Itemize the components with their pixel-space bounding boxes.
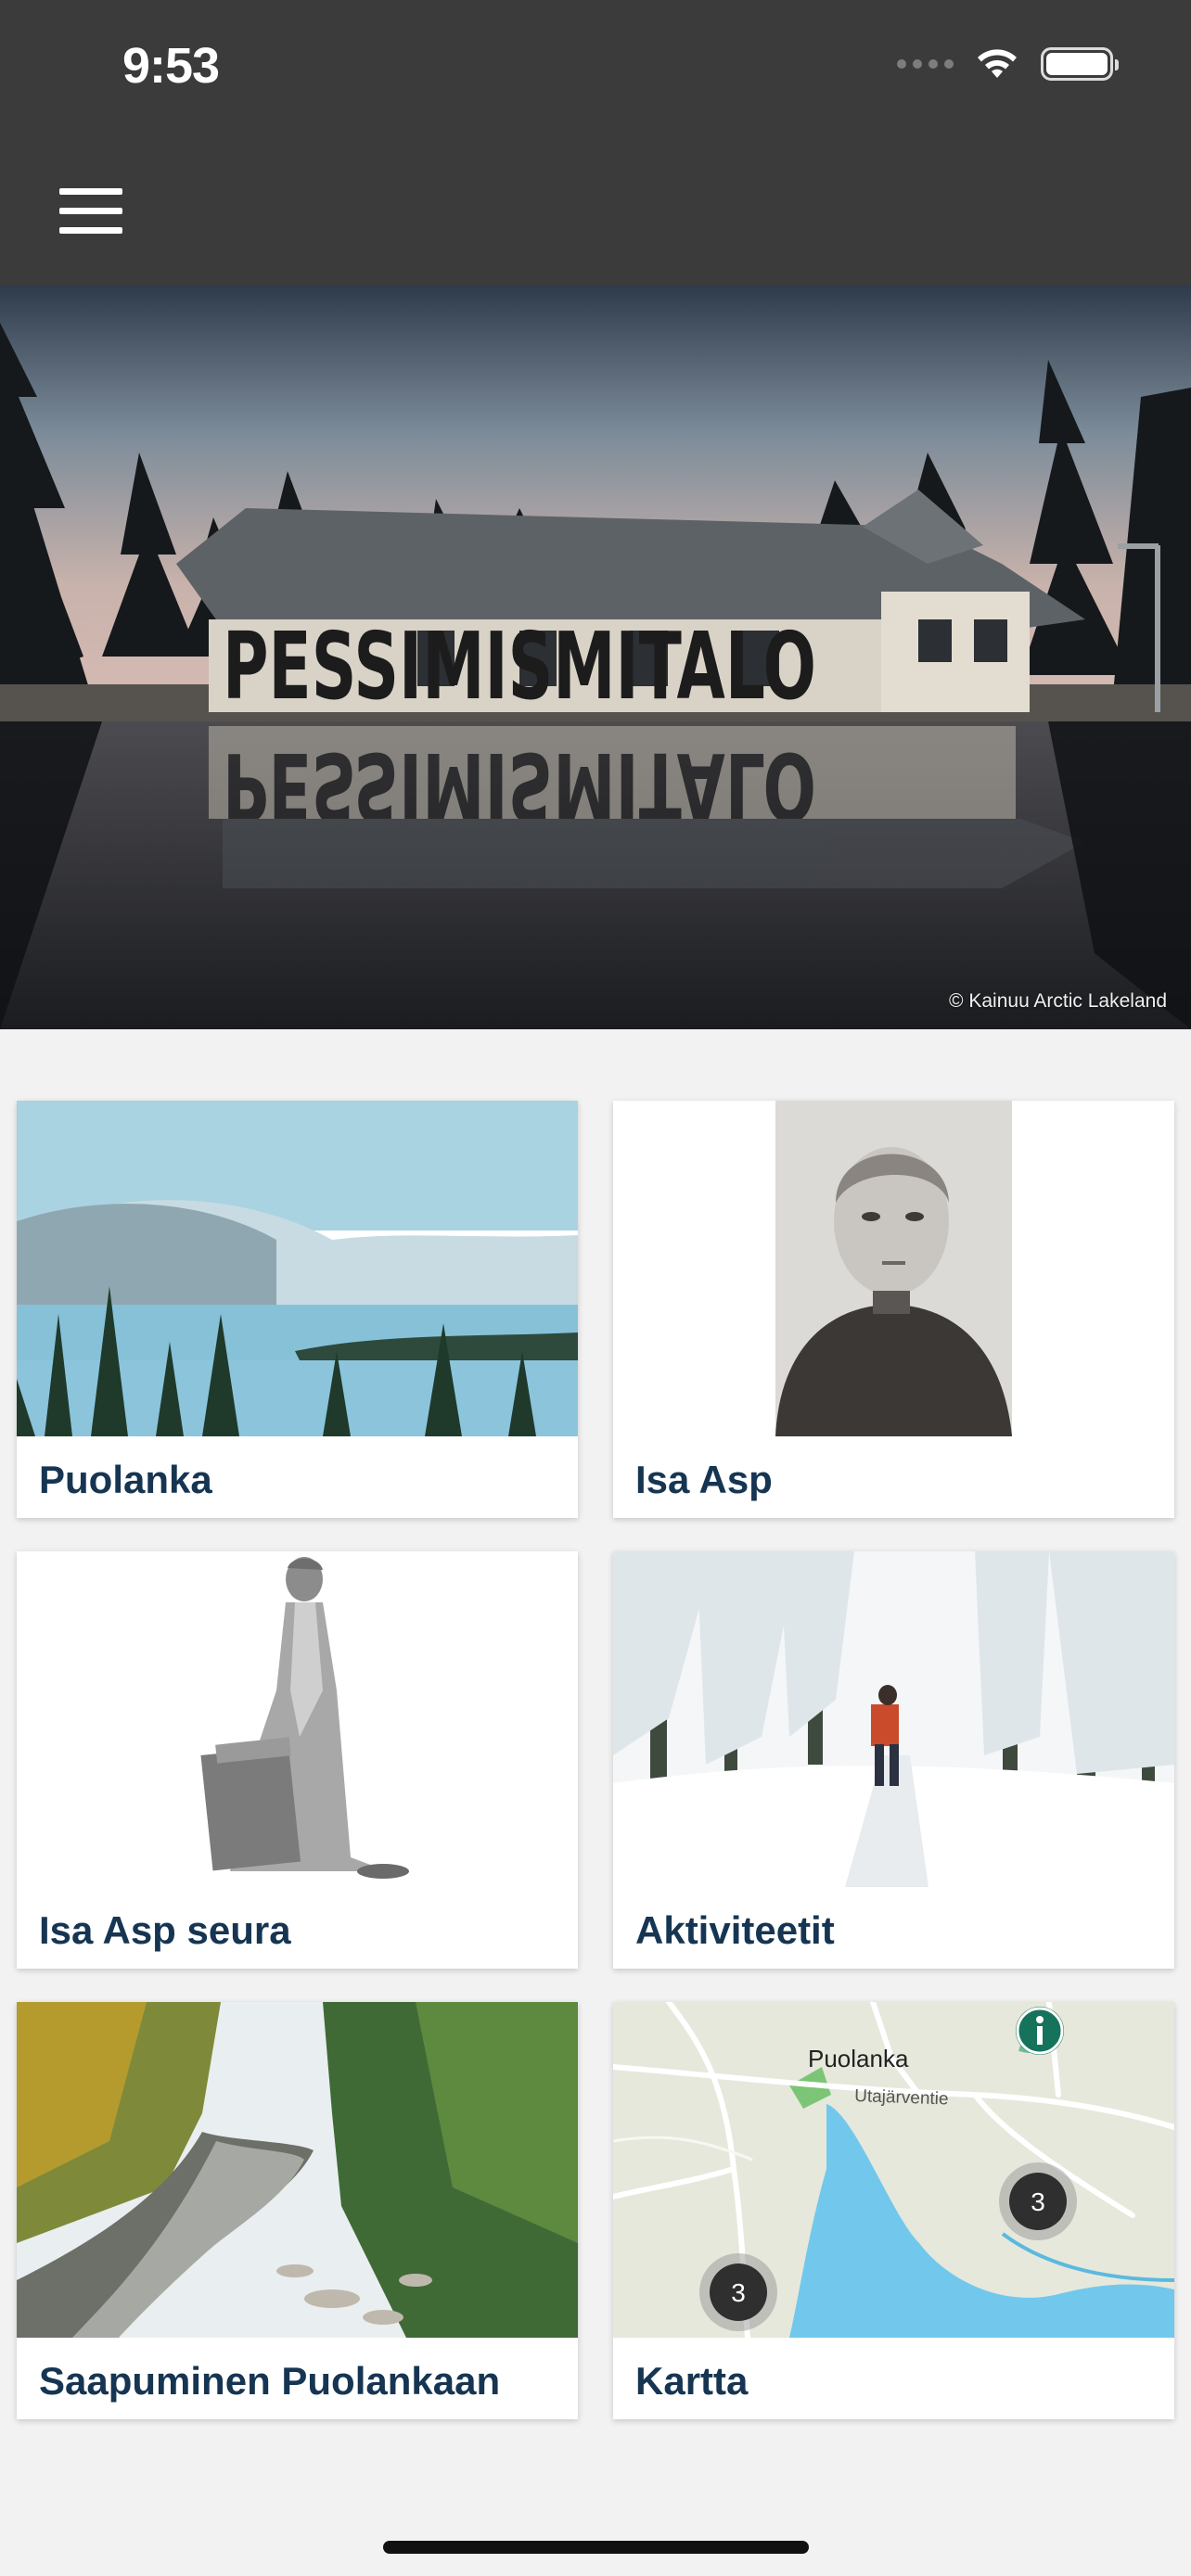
map-place-label: Puolanka	[808, 2045, 909, 2072]
hero-image: PESSIMISMITALO PESSIMISMITALO © Kainuu A…	[0, 286, 1191, 1029]
tile-label: Puolanka	[39, 1458, 212, 1501]
tile-label: Saapuminen Puolankaan	[39, 2359, 501, 2403]
map-road-label: Utajärventie	[854, 2086, 949, 2110]
top-bar: 9:53	[0, 0, 1191, 286]
tile-isa-asp[interactable]: Isa Asp	[613, 1101, 1174, 1518]
tile-kartta-map: Puolanka Utajärventie 3 3	[613, 2002, 1174, 2338]
tile-label: Kartta	[635, 2359, 749, 2403]
map-cluster-count: 3	[1031, 2187, 1045, 2216]
tile-puolanka[interactable]: Puolanka	[17, 1101, 578, 1518]
tile-puolanka-image	[17, 1101, 578, 1436]
tile-saapuminen-puolankaan[interactable]: Saapuminen Puolankaan	[17, 2002, 578, 2419]
home-indicator[interactable]	[383, 2541, 809, 2554]
wifi-icon	[978, 49, 1017, 78]
battery-icon	[1041, 47, 1119, 81]
tile-label: Isa Asp seura	[39, 1908, 291, 1952]
signal-icon	[897, 59, 954, 69]
status-icons	[897, 46, 1119, 82]
map-cluster-count: 3	[731, 2278, 746, 2307]
tile-isa-asp-seura-image	[17, 1551, 578, 1887]
tile-isa-asp-image	[613, 1101, 1174, 1436]
tile-saapuminen-image	[17, 2002, 578, 2338]
tile-aktiviteetit[interactable]: Aktiviteetit	[613, 1551, 1174, 1969]
hero-sign-text: PESSIMISMITALO	[223, 612, 816, 721]
tile-label: Isa Asp	[635, 1458, 773, 1501]
info-icon[interactable]	[1016, 2007, 1064, 2055]
tile-aktiviteetit-image	[613, 1551, 1174, 1887]
hero-credit: © Kainuu Arctic Lakeland	[949, 990, 1167, 1012]
status-time: 9:53	[122, 38, 220, 94]
map-cluster-marker[interactable]: 3	[999, 2162, 1077, 2240]
tile-label: Aktiviteetit	[635, 1908, 835, 1952]
map-cluster-marker[interactable]: 3	[699, 2253, 777, 2331]
hamburger-menu-icon[interactable]	[48, 176, 132, 245]
tile-kartta[interactable]: Puolanka Utajärventie 3 3 Kartta	[613, 2002, 1174, 2419]
tile-isa-asp-seura[interactable]: Isa Asp seura	[17, 1551, 578, 1969]
